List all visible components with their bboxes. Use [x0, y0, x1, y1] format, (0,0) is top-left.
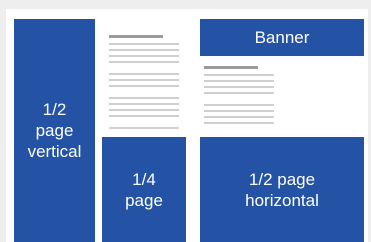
- banner-label: Banner: [254, 28, 310, 47]
- text-line: [109, 97, 179, 99]
- heading-line: [109, 35, 163, 38]
- text-line: [109, 73, 179, 75]
- ad-size-diagram: 1/2 page vertical 1/4 page Banner 1/2 pa…: [0, 0, 371, 242]
- half-page-vertical-block: 1/2 page vertical: [14, 19, 95, 242]
- text-line: [109, 115, 179, 117]
- text-line: [109, 43, 179, 45]
- text-line: [204, 110, 274, 112]
- text-line: [109, 109, 179, 111]
- quarter-page-block: 1/4 page: [102, 137, 186, 242]
- text-line: [109, 55, 179, 57]
- heading-line: [204, 66, 258, 69]
- half-page-horizontal-block: 1/2 page horizontal: [200, 137, 364, 242]
- text-line: [204, 122, 274, 124]
- text-line: [109, 49, 179, 51]
- text-line: [204, 86, 274, 88]
- half-page-vertical-label: 1/2 page vertical: [27, 100, 82, 161]
- half-page-horizontal-label: 1/2 page horizontal: [245, 169, 319, 210]
- text-line: [204, 116, 274, 118]
- banner-block: Banner: [200, 19, 364, 56]
- text-line: [204, 92, 274, 94]
- text-line: [109, 127, 179, 129]
- text-line: [109, 103, 179, 105]
- text-line: [204, 74, 274, 76]
- text-line: [109, 61, 179, 63]
- quarter-page-label: 1/4 page: [125, 169, 163, 210]
- text-line: [204, 104, 274, 106]
- text-line: [109, 79, 179, 81]
- text-line: [109, 85, 179, 87]
- page-sheet: 1/2 page vertical 1/4 page Banner 1/2 pa…: [6, 9, 368, 242]
- text-line: [204, 80, 274, 82]
